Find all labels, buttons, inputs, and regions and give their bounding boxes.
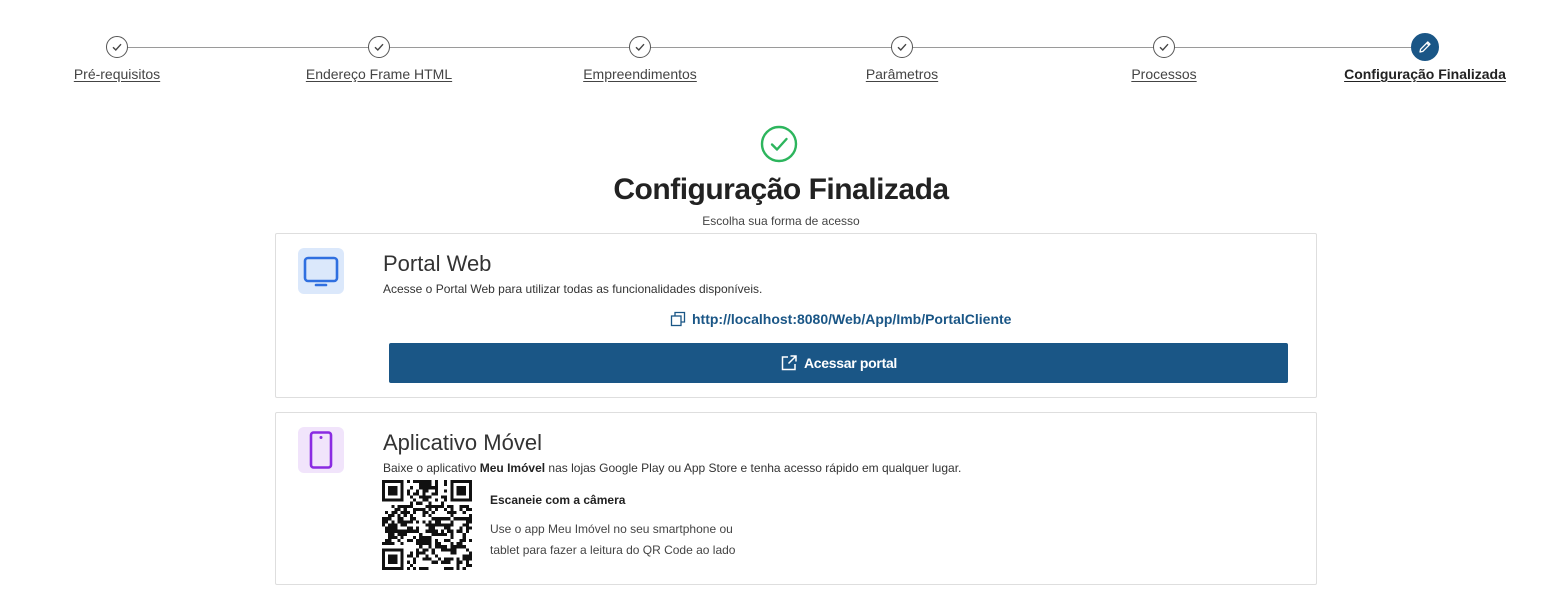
check-icon (1153, 36, 1175, 58)
step-label[interactable]: Processos (1131, 66, 1196, 82)
step-label[interactable]: Pré-requisitos (74, 66, 160, 82)
mobile-app-description: Baixe o aplicativo Meu Imóvel nas lojas … (383, 461, 962, 475)
step-configuracao-finalizada[interactable]: Configuração Finalizada (1315, 33, 1535, 84)
step-processos[interactable]: Processos (1054, 34, 1274, 84)
step-label[interactable]: Empreendimentos (583, 66, 697, 82)
check-icon (891, 36, 913, 58)
monitor-icon (303, 256, 339, 287)
step-pre-requisitos[interactable]: Pré-requisitos (7, 34, 227, 84)
check-icon (368, 36, 390, 58)
external-link-icon (781, 355, 797, 371)
step-label[interactable]: Endereço Frame HTML (306, 66, 452, 82)
smartphone-icon (309, 431, 333, 469)
portal-web-description: Acesse o Portal Web para utilizar todas … (383, 282, 763, 296)
smartphone-icon-badge (298, 427, 344, 473)
check-icon (106, 36, 128, 58)
step-parametros[interactable]: Parâmetros (792, 34, 1012, 84)
step-label[interactable]: Parâmetros (866, 66, 938, 82)
pencil-icon (1411, 33, 1439, 61)
qr-title: Escaneie com a câmera (490, 493, 626, 507)
copy-icon[interactable] (670, 311, 686, 327)
progress-stepper: Pré-requisitos Endereço Frame HTML Empre… (0, 33, 1562, 94)
mobile-app-card: Aplicativo Móvel Baixe o aplicativo Meu … (275, 412, 1317, 585)
access-portal-label: Acessar portal (803, 355, 898, 371)
app-name: Meu Imóvel (479, 461, 546, 475)
page-title: Configuração Finalizada (613, 173, 949, 206)
access-portal-button[interactable]: Acessar portal (389, 343, 1288, 383)
step-empreendimentos[interactable]: Empreendimentos (530, 34, 750, 84)
step-endereco-frame-html[interactable]: Endereço Frame HTML (269, 34, 489, 84)
qr-instructions: Use o app Meu Imóvel no seu smartphone o… (490, 522, 736, 557)
check-circle-icon (760, 125, 798, 163)
portal-web-title: Portal Web (383, 251, 492, 276)
step-label[interactable]: Configuração Finalizada (1344, 66, 1506, 82)
page-subtitle: Escolha sua forma de acesso (702, 214, 860, 228)
monitor-icon-badge (298, 248, 344, 294)
mobile-app-title: Aplicativo Móvel (383, 430, 542, 455)
portal-url-row[interactable]: http://localhost:8080/Web/App/Imb/Portal… (670, 311, 1011, 327)
qr-code (382, 480, 472, 570)
check-icon (629, 36, 651, 58)
portal-web-card: Portal Web Acesse o Portal Web para util… (275, 233, 1317, 398)
portal-url-link[interactable]: http://localhost:8080/Web/App/Imb/Portal… (692, 311, 1011, 327)
